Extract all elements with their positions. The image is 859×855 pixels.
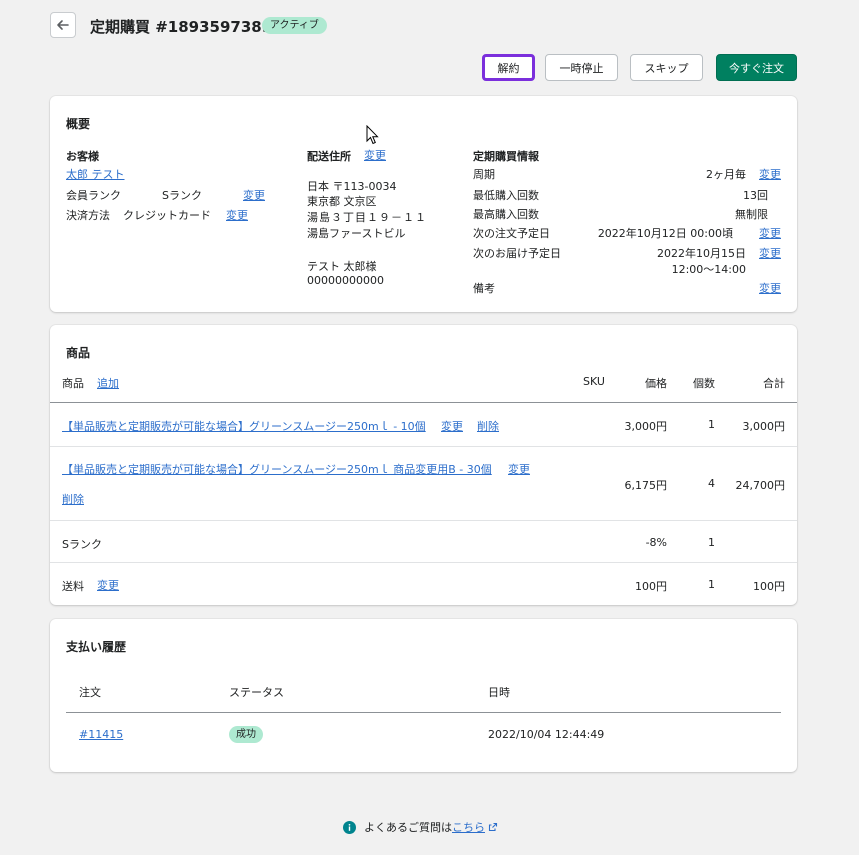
discount-price: -8% xyxy=(645,536,667,549)
payment-method-change-link[interactable]: 変更 xyxy=(226,207,248,223)
overview-card: 概要 お客様 太郎 テスト 会員ランク Sランク 変更 決済方法 クレジットカー… xyxy=(50,96,797,312)
mouse-cursor-icon xyxy=(366,125,379,145)
note-change-link[interactable]: 変更 xyxy=(759,280,781,296)
col-price: 価格 xyxy=(645,377,667,390)
col-total: 合計 xyxy=(763,377,785,390)
pause-button[interactable]: 一時停止 xyxy=(545,54,618,81)
member-rank-value: Sランク xyxy=(162,189,202,202)
product-delete-link[interactable]: 削除 xyxy=(477,418,499,434)
max-purchase-value: 無制限 xyxy=(735,208,768,221)
shipping-address-heading: 配送住所 xyxy=(307,150,351,163)
address-line-2: 東京都 文京区 xyxy=(307,195,377,208)
info-icon xyxy=(343,820,356,834)
customer-name-link[interactable]: 太郎 テスト xyxy=(66,166,125,182)
product-price: 3,000円 xyxy=(624,420,668,433)
footer-help-text: よくあるご質問は xyxy=(364,821,452,834)
overview-title: 概要 xyxy=(66,117,91,131)
next-order-label: 次の注文予定日 xyxy=(473,227,550,240)
shipping-fee-price: 100円 xyxy=(635,580,667,593)
address-line-4: 湯島ファーストビル xyxy=(307,227,406,240)
arrow-left-icon xyxy=(57,20,69,30)
subscription-info-heading: 定期購買情報 xyxy=(473,150,539,163)
header-divider xyxy=(50,402,797,403)
col-qty: 個数 xyxy=(693,377,715,390)
order-now-button[interactable]: 今すぐ注文 xyxy=(716,54,797,81)
footer-help: よくあるご質問は こちら xyxy=(343,819,498,835)
next-delivery-date: 2022年10月15日 xyxy=(657,247,746,260)
col-product: 商品 xyxy=(62,377,84,390)
next-delivery-time: 12:00〜14:00 xyxy=(671,263,746,276)
cycle-change-link[interactable]: 変更 xyxy=(759,166,781,182)
order-number-link[interactable]: #11415 xyxy=(79,728,123,741)
product-total: 3,000円 xyxy=(742,420,786,433)
shipping-fee-total: 100円 xyxy=(753,580,785,593)
status-badge: アクティブ xyxy=(262,17,327,34)
recipient-phone: 00000000000 xyxy=(307,274,384,287)
payment-date: 2022/10/04 12:44:49 xyxy=(488,728,605,741)
product-name-link[interactable]: 【単品販売と定期販売が可能な場合】グリーンスムージー250mｌ 商品変更用B -… xyxy=(62,461,492,477)
min-purchase-value: 13回 xyxy=(743,189,768,202)
cycle-value: 2ヶ月毎 xyxy=(706,168,746,181)
product-change-link[interactable]: 変更 xyxy=(508,461,530,477)
discount-label: Sランク xyxy=(62,538,102,551)
page-title: 定期購買 #1893597389 xyxy=(90,18,273,36)
product-qty: 1 xyxy=(708,418,715,431)
next-order-change-link[interactable]: 変更 xyxy=(759,225,781,241)
row-divider xyxy=(50,562,797,563)
discount-qty: 1 xyxy=(708,536,715,549)
shipping-address-change-link[interactable]: 変更 xyxy=(364,147,386,163)
next-order-value: 2022年10月12日 00:00頃 xyxy=(597,227,733,240)
product-delete-link[interactable]: 削除 xyxy=(62,491,84,507)
col-date: 日時 xyxy=(488,686,510,699)
faq-link[interactable]: こちら xyxy=(452,819,485,835)
products-title: 商品 xyxy=(66,346,91,360)
back-button[interactable] xyxy=(50,12,76,38)
row-divider xyxy=(50,520,797,521)
payment-method-label: 決済方法 xyxy=(66,209,110,222)
shipping-fee-qty: 1 xyxy=(708,578,715,591)
payment-method-value: クレジットカード xyxy=(123,209,211,222)
member-rank-change-link[interactable]: 変更 xyxy=(243,187,265,203)
header-divider xyxy=(66,712,781,713)
member-rank-label: 会員ランク xyxy=(66,189,121,202)
col-status: ステータス xyxy=(229,686,284,699)
cycle-label: 周期 xyxy=(473,168,495,181)
recipient-name: テスト 太郎様 xyxy=(307,260,377,273)
shipping-fee-label: 送料 xyxy=(62,580,84,593)
col-order: 注文 xyxy=(79,686,101,699)
payment-status-badge: 成功 xyxy=(229,726,263,743)
min-purchase-label: 最低購入回数 xyxy=(473,189,539,202)
shipping-fee-change-link[interactable]: 変更 xyxy=(97,577,119,593)
product-total: 24,700円 xyxy=(735,479,786,492)
customer-heading: お客様 xyxy=(66,150,99,163)
payment-history-title: 支払い履歴 xyxy=(66,640,127,654)
product-change-link[interactable]: 変更 xyxy=(441,418,463,434)
address-line-3: 湯島３丁目１９－１１ xyxy=(307,211,427,224)
next-delivery-change-link[interactable]: 変更 xyxy=(759,245,781,261)
col-sku: SKU xyxy=(583,375,605,388)
products-card: 商品 商品 追加 SKU 価格 個数 合計 【単品販売と定期販売が可能な場合】グ… xyxy=(50,325,797,605)
address-line-1: 日本 〒113-0034 xyxy=(307,180,397,193)
skip-button[interactable]: スキップ xyxy=(630,54,703,81)
payment-history-card: 支払い履歴 注文 ステータス 日時 #11415 成功 2022/10/04 1… xyxy=(50,619,797,772)
product-price: 6,175円 xyxy=(624,479,668,492)
next-delivery-label: 次のお届け予定日 xyxy=(473,247,561,260)
external-link-icon xyxy=(488,822,498,832)
product-qty: 4 xyxy=(708,477,715,490)
row-divider xyxy=(50,446,797,447)
add-product-link[interactable]: 追加 xyxy=(97,375,119,391)
max-purchase-label: 最高購入回数 xyxy=(473,208,539,221)
cancel-subscription-button[interactable]: 解約 xyxy=(482,54,535,81)
product-name-link[interactable]: 【単品販売と定期販売が可能な場合】グリーンスムージー250mｌ - 10個 xyxy=(62,418,426,434)
note-label: 備考 xyxy=(473,282,495,295)
